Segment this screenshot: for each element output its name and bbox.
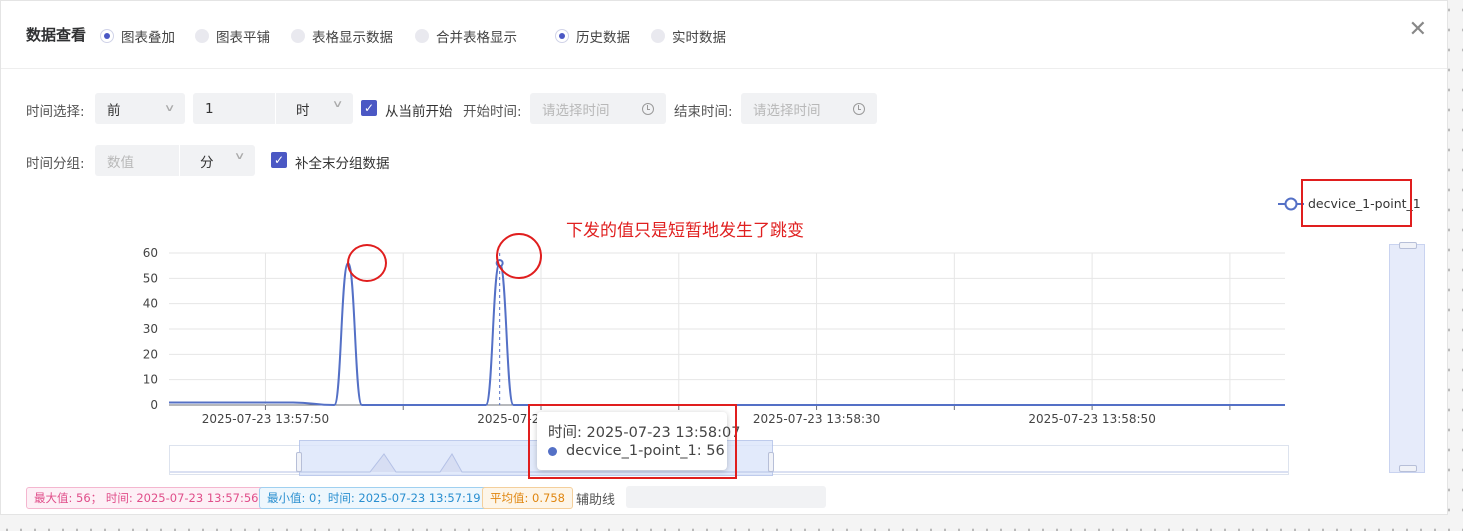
- x-tick-label: 2025-07-23 13:57:50: [202, 412, 329, 426]
- aux-line-label: 辅助线: [576, 493, 616, 508]
- data-view-dialog: 数据查看 图表叠加 图表平铺 表格显示数据 合并表格显示 历史数据 实时数据 ✕…: [0, 0, 1448, 515]
- x-tick-label: 2025-07-23 13:58:30: [753, 412, 880, 426]
- y-tick-label: 0: [150, 398, 158, 412]
- annotation-circle-spike-2: [496, 233, 542, 279]
- x-tick-label: 2025-07-23 13:58:50: [1028, 412, 1155, 426]
- y-tick-label: 40: [143, 297, 158, 311]
- series-line: [169, 262, 1285, 407]
- annotation-circle-spike-1: [347, 244, 387, 282]
- y-tick-label: 30: [143, 322, 158, 336]
- datazoom-right-handle[interactable]: [768, 452, 774, 472]
- y-tick-label: 50: [143, 271, 158, 285]
- avg-value-tag: 平均值: 0.758: [482, 487, 573, 509]
- y-tick-label: 20: [143, 347, 158, 361]
- datazoom-left-handle[interactable]: [296, 452, 302, 472]
- vertical-datazoom[interactable]: [1389, 242, 1425, 473]
- vertical-top-handle[interactable]: [1399, 242, 1417, 249]
- line-chart: 0 10 20 30 40 50 60 2025-07-23 13:57:50 2025-07-…: [143, 246, 1285, 426]
- aux-line-input[interactable]: [626, 486, 826, 508]
- min-value-tag: 最小值: 0；时间: 2025-07-23 13:57:19: [259, 487, 489, 509]
- y-tick-label: 60: [143, 246, 158, 260]
- max-value-tag: 最大值: 56； 时间: 2025-07-23 13:57:56: [26, 487, 267, 509]
- annotation-box-tooltip: [528, 404, 737, 479]
- y-tick-label: 10: [143, 373, 158, 387]
- vertical-bottom-handle[interactable]: [1399, 465, 1417, 472]
